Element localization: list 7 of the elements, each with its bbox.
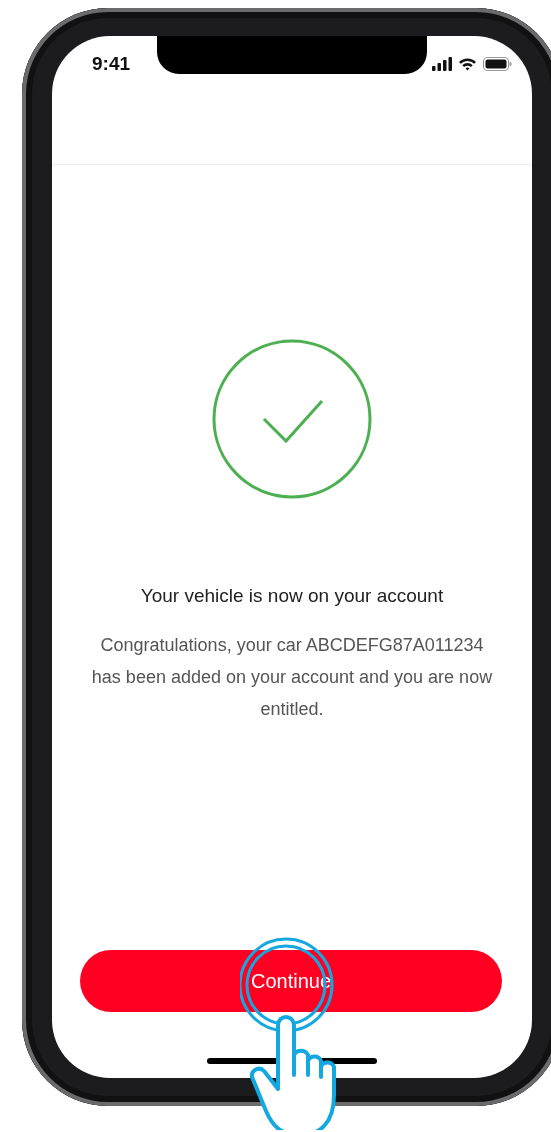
battery-icon xyxy=(483,57,512,71)
signal-icon xyxy=(432,57,452,71)
wifi-icon xyxy=(458,57,477,71)
success-message: Congratulations, your car ABCDEFG87A011234 has been added on your account and you are now entitled. xyxy=(90,634,494,721)
checkmark-circle-icon xyxy=(212,339,372,499)
status-time: 9:41 xyxy=(92,53,131,75)
success-title: Your vehicle is now on your account xyxy=(140,585,444,607)
